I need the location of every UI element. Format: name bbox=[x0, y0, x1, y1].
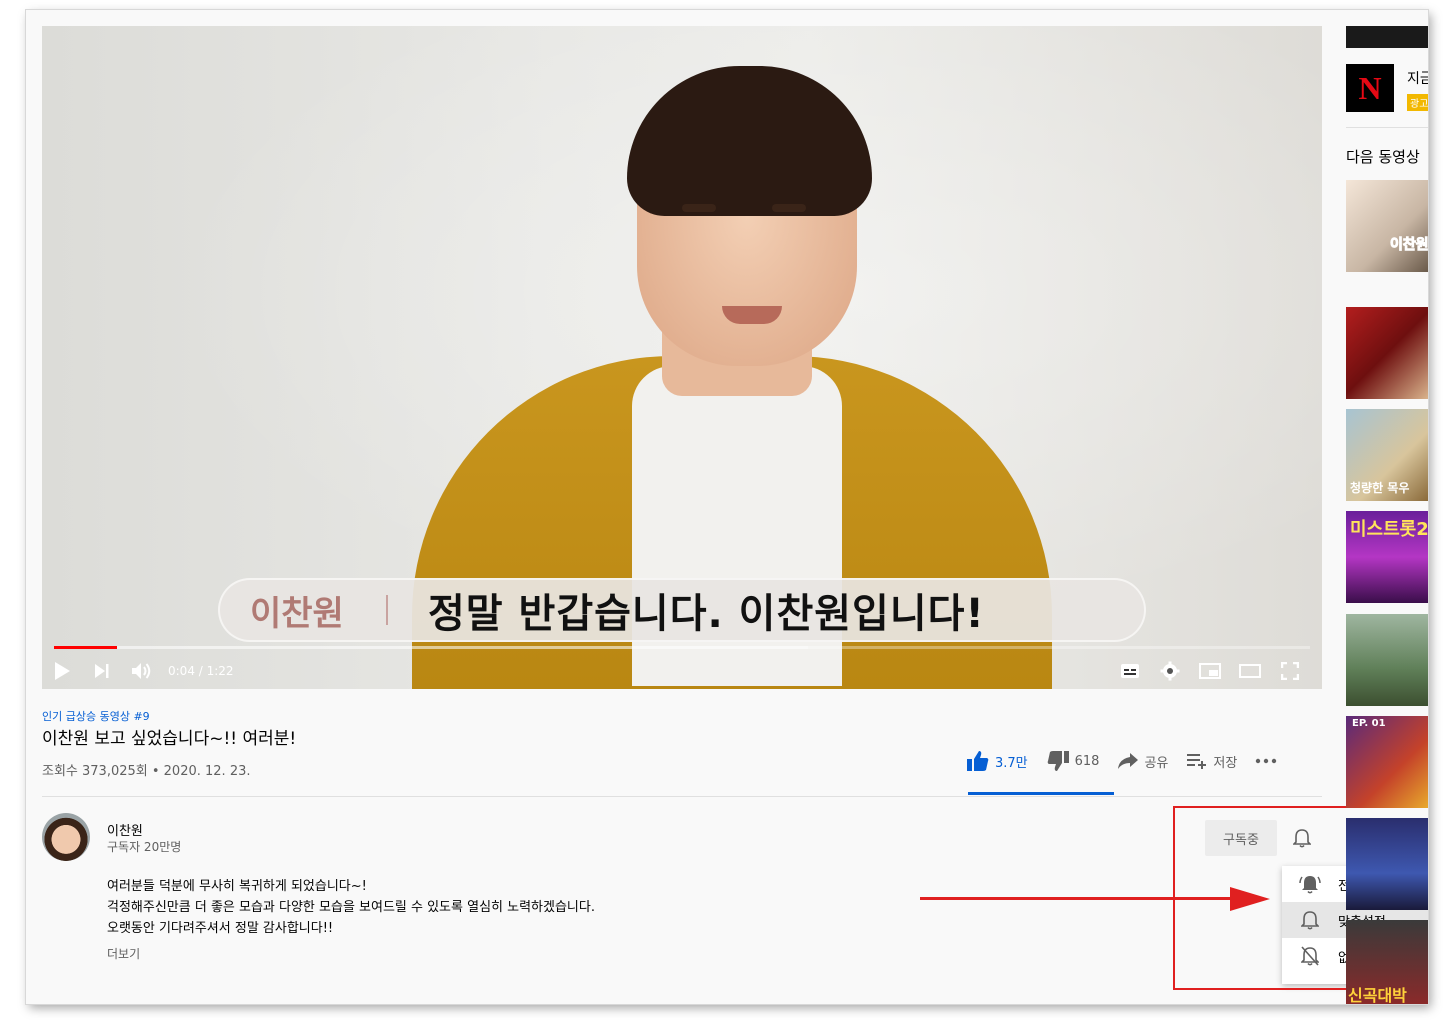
description-line: 여러분들 덕분에 무사히 복귀하게 되었습니다~! bbox=[107, 879, 367, 894]
progress-buffered bbox=[54, 646, 808, 649]
video-meta: 조회수 373,025회 • 2020. 12. 23. bbox=[42, 764, 251, 779]
subtitles-button[interactable] bbox=[1110, 652, 1150, 689]
caption-text: 정말 반갑습니다. 이찬원입니다! bbox=[428, 591, 985, 637]
thumbnail-text: EP. 01 bbox=[1352, 718, 1386, 729]
thumbnail-text: 신곡대박 bbox=[1348, 986, 1407, 1004]
theater-icon bbox=[1239, 663, 1261, 678]
share-label: 공유 bbox=[1144, 755, 1169, 771]
thumbnail-text: 이찬원 bbox=[1390, 237, 1428, 254]
like-button[interactable]: 3.7만 bbox=[966, 750, 1028, 772]
video-thumbnail[interactable]: 청량한 목우 bbox=[1346, 409, 1428, 501]
video-person-mouth bbox=[722, 306, 782, 324]
more-horiz-icon bbox=[1256, 758, 1277, 764]
progress-played bbox=[54, 646, 117, 649]
miniplayer-icon bbox=[1199, 662, 1221, 679]
trending-tag[interactable]: 인기 급상승 동영상 #9 bbox=[42, 708, 150, 724]
video-player[interactable]: 이찬원 정말 반갑습니다. 이찬원입니다! 0:04 / 1:22 bbox=[42, 26, 1322, 689]
settings-button[interactable] bbox=[1150, 652, 1190, 689]
browser-frame: 이찬원 정말 반갑습니다. 이찬원입니다! 0:04 / 1:22 인기 급상승… bbox=[26, 10, 1428, 1004]
thumbnail-text: 청량한 목우 bbox=[1350, 481, 1410, 495]
show-more-button[interactable]: 더보기 bbox=[107, 945, 140, 962]
video-description: 여러분들 덕분에 무사히 복귀하게 되었습니다~! 걱정해주신만큼 더 좋은 모… bbox=[107, 876, 595, 939]
up-next-sidebar: N 지금 광고 다음 동영상 이찬원 청량한 목우 미스트롯2 EP. 01 신… bbox=[1346, 10, 1428, 1004]
share-button[interactable]: 공유 bbox=[1117, 752, 1168, 771]
ad-title[interactable]: 지금 bbox=[1407, 68, 1428, 88]
description-line: 걱정해주신만큼 더 좋은 모습과 다양한 모습을 보여드릴 수 있도록 열심히 … bbox=[107, 900, 595, 915]
fullscreen-icon bbox=[1281, 661, 1299, 680]
video-thumbnail[interactable]: 신곡대박 bbox=[1346, 920, 1428, 1004]
save-label: 저장 bbox=[1213, 755, 1238, 771]
section-divider bbox=[42, 796, 1322, 797]
caption-divider bbox=[386, 595, 388, 625]
next-button[interactable] bbox=[82, 652, 122, 689]
description-line: 오랫동안 기다려주셔서 정말 감사합니다!! bbox=[107, 921, 334, 936]
video-thumbnail[interactable] bbox=[1346, 818, 1428, 910]
subtitles-icon bbox=[1121, 663, 1139, 678]
dislike-button[interactable]: 618 bbox=[1046, 750, 1100, 772]
channel-name[interactable]: 이찬원 bbox=[107, 820, 143, 839]
player-controls: 0:04 / 1:22 bbox=[42, 652, 1322, 689]
play-button[interactable] bbox=[42, 652, 82, 689]
video-caption: 이찬원 정말 반갑습니다. 이찬원입니다! bbox=[218, 578, 1146, 642]
annotation-arrow-line bbox=[920, 897, 1240, 900]
more-actions-button[interactable] bbox=[1255, 758, 1277, 764]
video-actions: 3.7만 618 공유 저장 bbox=[966, 750, 1295, 772]
video-thumbnail[interactable]: 이찬원 bbox=[1346, 180, 1428, 272]
fullscreen-button[interactable] bbox=[1270, 652, 1310, 689]
play-icon bbox=[55, 661, 70, 680]
like-count: 3.7만 bbox=[995, 755, 1028, 771]
skip-next-icon bbox=[95, 663, 109, 678]
video-thumbnail[interactable]: 미스트롯2 bbox=[1346, 511, 1428, 603]
ad-badge: 광고 bbox=[1407, 94, 1428, 111]
dislike-count: 618 bbox=[1074, 753, 1100, 769]
netflix-logo[interactable]: N bbox=[1346, 64, 1394, 112]
miniplayer-button[interactable] bbox=[1190, 652, 1230, 689]
progress-bar[interactable] bbox=[54, 646, 1310, 649]
thumbs-up-icon bbox=[967, 751, 989, 771]
mute-button[interactable] bbox=[122, 652, 162, 689]
annotation-arrow-head bbox=[1230, 887, 1270, 911]
video-thumbnail[interactable] bbox=[1346, 614, 1428, 706]
save-button[interactable]: 저장 bbox=[1186, 752, 1237, 771]
sidebar-divider bbox=[1346, 127, 1428, 128]
share-icon bbox=[1118, 753, 1139, 769]
video-person-eye bbox=[772, 204, 806, 212]
up-next-label: 다음 동영상 bbox=[1346, 148, 1420, 166]
channel-avatar[interactable] bbox=[42, 813, 90, 861]
theater-button[interactable] bbox=[1230, 652, 1270, 689]
caption-speaker: 이찬원 bbox=[250, 593, 344, 634]
thumbs-down-icon bbox=[1047, 751, 1069, 771]
time-display: 0:04 / 1:22 bbox=[168, 663, 234, 678]
sentiment-bar bbox=[968, 792, 1114, 795]
thumbnail-text: 미스트롯2 bbox=[1350, 519, 1428, 540]
video-thumbnail[interactable] bbox=[1346, 307, 1428, 399]
gear-icon bbox=[1160, 661, 1180, 680]
video-title: 이찬원 보고 싶었습니다~!! 여러분! bbox=[42, 729, 297, 749]
subscriber-count: 구독자 20만명 bbox=[107, 840, 182, 854]
volume-icon bbox=[132, 662, 151, 679]
video-thumbnail[interactable]: EP. 01 bbox=[1346, 716, 1428, 808]
playlist-add-icon bbox=[1187, 754, 1207, 769]
video-person-eye bbox=[682, 204, 716, 212]
ad-banner[interactable] bbox=[1346, 26, 1428, 48]
